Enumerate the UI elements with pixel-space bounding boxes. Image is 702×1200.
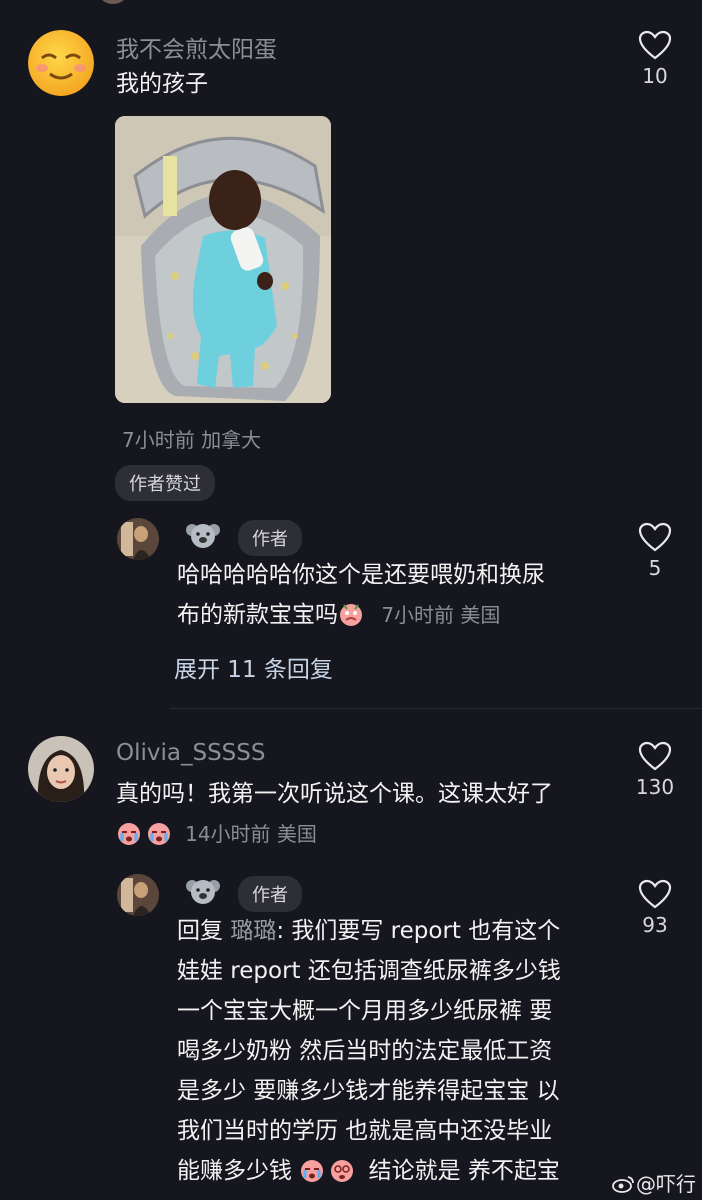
crying-emoji-icon — [116, 820, 142, 846]
crying-emoji-icon — [299, 1156, 325, 1182]
person-photo-icon — [117, 874, 159, 916]
reply-like-count: 5 — [648, 556, 662, 580]
expand-replies-link[interactable]: 展开 11 条回复 — [174, 650, 333, 684]
reply-text-line: 能赚多少钱 结论就是 养不起宝 — [177, 1151, 560, 1191]
reply-text-line: 娃娃 report 还包括调查纸尿裤多少钱 — [177, 958, 561, 984]
author-tag: 作者 — [238, 520, 302, 556]
reply-text: 布的新款宝宝吗 — [177, 602, 338, 628]
comment-text: 我的孩子 — [116, 71, 208, 97]
comment-username[interactable]: Olivia_SSSSS — [116, 740, 265, 766]
previous-comment-avatar[interactable] — [96, 0, 130, 4]
koala-emoji-icon — [186, 876, 220, 906]
heart-outline-icon — [638, 30, 672, 60]
author-liked-badge: 作者赞过 — [115, 465, 215, 501]
reply-text: : 我们要写 report 也有这个 — [276, 918, 561, 944]
heart-outline-icon — [638, 879, 672, 909]
dizzy-crying-emoji-icon — [329, 1156, 355, 1182]
heart-outline-icon — [638, 522, 672, 552]
comment-text: 真的吗！我第一次听说这个课。这课太好了 — [116, 781, 553, 807]
reply-to-username[interactable]: 璐璐 — [230, 918, 276, 944]
comment-avatar[interactable] — [28, 736, 94, 802]
comment-divider — [170, 708, 702, 709]
reply-text-line: 一个宝宝大概一个月用多少纸尿裤 要 — [177, 998, 553, 1024]
reply-text-line: 喝多少奶粉 然后当时的法定最低工资 — [177, 1038, 553, 1064]
like-count: 130 — [635, 775, 675, 799]
reply-text-line: 我们当时的学历 也就是高中还没毕业 — [177, 1118, 553, 1144]
reply-avatar[interactable] — [117, 518, 159, 560]
reply-prefix: 回复 — [177, 918, 223, 944]
author-tag: 作者 — [238, 876, 302, 912]
reply-text: 结论就是 养不起宝 — [368, 1158, 560, 1184]
doll-photo — [115, 116, 331, 403]
comment-meta: 7小时前 加拿大 — [122, 428, 262, 452]
reply-like-count: 93 — [642, 913, 668, 937]
reply-like-button[interactable]: 5 — [625, 522, 685, 580]
comment-meta: 14小时前 美国 — [185, 822, 317, 846]
reply-text-line: 布的新款宝宝吗 7小时前 美国 — [177, 595, 500, 635]
reply-text: 能赚多少钱 — [177, 1158, 292, 1184]
watermark: @吓行 — [612, 1168, 696, 1199]
smiling-face-avatar-icon — [28, 30, 94, 96]
crying-face-emoji-icon — [338, 600, 364, 626]
comment-username[interactable]: 我不会煎太阳蛋 — [116, 30, 277, 64]
like-button[interactable]: 130 — [625, 741, 685, 799]
woman-photo-avatar-icon — [28, 736, 94, 802]
person-photo-icon — [117, 518, 159, 560]
reply-like-button[interactable]: 93 — [625, 879, 685, 937]
comment-image[interactable] — [115, 116, 331, 403]
like-count: 10 — [642, 64, 668, 88]
comment-meta-row: 14小时前 美国 — [116, 818, 317, 847]
reply-avatar[interactable] — [117, 874, 159, 916]
reply-text-line: 是多少 要赚多少钱才能养得起宝宝 以 — [177, 1078, 560, 1104]
crying-emoji-icon — [146, 820, 172, 846]
reply-meta: 7小时前 美国 — [381, 603, 501, 627]
comment-avatar[interactable] — [28, 30, 94, 96]
koala-emoji-icon — [186, 520, 220, 550]
reply-text-line: 哈哈哈哈哈你这个是还要喂奶和换尿 — [177, 562, 545, 588]
reply-text-line: 回复 璐璐: 我们要写 report 也有这个 — [177, 911, 560, 951]
heart-outline-icon — [638, 741, 672, 771]
watermark-text: @吓行 — [636, 1172, 696, 1196]
weibo-logo-icon — [612, 1174, 636, 1199]
like-button[interactable]: 10 — [625, 30, 685, 88]
